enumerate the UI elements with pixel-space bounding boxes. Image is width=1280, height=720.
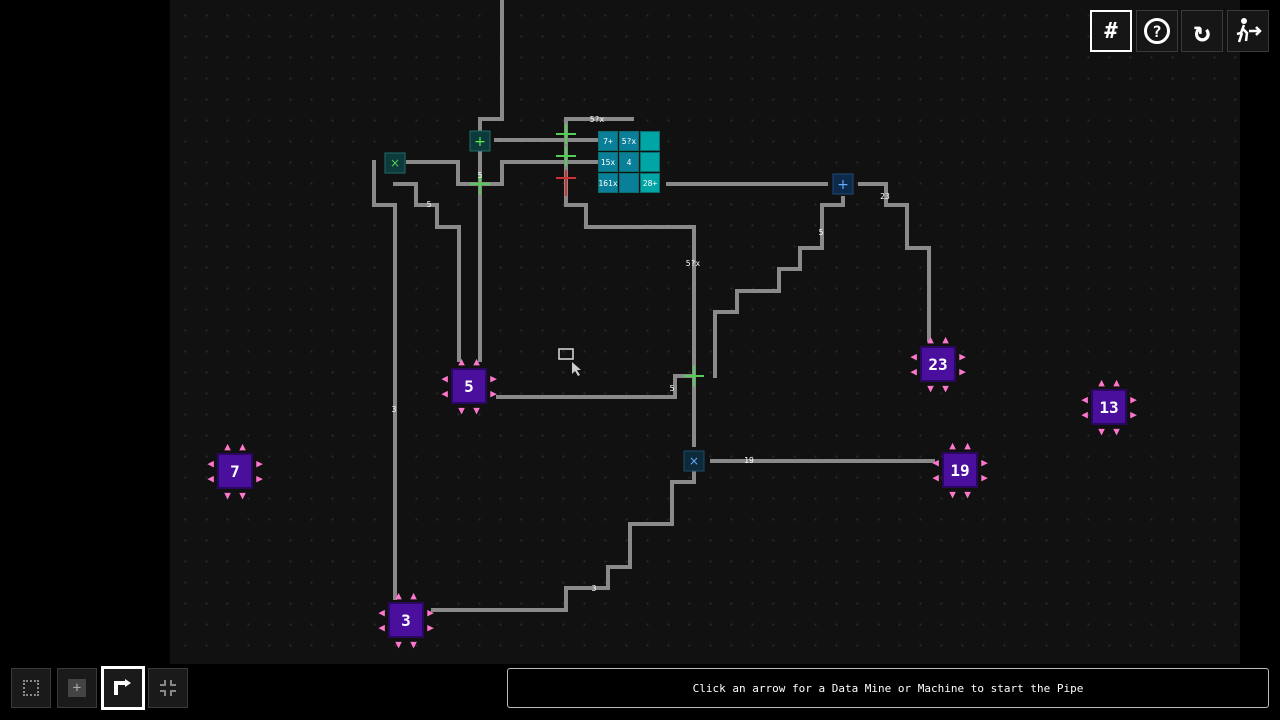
grid-toggle-button[interactable]: # [1090, 10, 1132, 52]
output-arrow[interactable]: ▶ [1128, 394, 1139, 405]
output-arrow[interactable]: ▼ [925, 383, 936, 394]
machine-cell: 161x [598, 173, 618, 193]
output-arrow[interactable]: ▲ [408, 590, 419, 601]
data-mine-node[interactable]: 5 [451, 368, 487, 404]
output-arrow[interactable]: ▲ [947, 440, 958, 451]
node-value: 13 [1099, 397, 1119, 417]
output-arrow[interactable]: ▼ [393, 639, 404, 650]
output-arrow[interactable]: ▶ [957, 351, 968, 362]
machine-cell: 7+ [598, 131, 618, 151]
output-arrow[interactable]: ▶ [1128, 409, 1139, 420]
output-arrow[interactable]: ▶ [254, 458, 265, 469]
output-arrow[interactable]: ▲ [940, 334, 951, 345]
output-arrow[interactable]: ◀ [376, 607, 387, 618]
output-arrow[interactable]: ◀ [1079, 409, 1090, 420]
output-arrow[interactable]: ▶ [425, 622, 436, 633]
output-arrow[interactable]: ◀ [376, 622, 387, 633]
data-mine-node[interactable]: 3 [388, 602, 424, 638]
output-arrow[interactable]: ◀ [930, 472, 941, 483]
output-arrow[interactable]: ▲ [1111, 377, 1122, 388]
machine-cell: 15x [598, 152, 618, 172]
data-mine-node[interactable]: 19 [942, 452, 978, 488]
output-arrow[interactable]: ◀ [908, 351, 919, 362]
hint-bar: Click an arrow for a Data Mine or Machin… [507, 668, 1269, 708]
output-arrow[interactable]: ◀ [439, 373, 450, 384]
output-arrow[interactable]: ◀ [1079, 394, 1090, 405]
node-value: 3 [401, 610, 411, 630]
output-arrow[interactable]: ▶ [488, 373, 499, 384]
machine-cell [640, 131, 660, 151]
data-mine-node[interactable]: 7 [217, 453, 253, 489]
output-arrow[interactable]: ◀ [205, 458, 216, 469]
output-arrow[interactable]: ▼ [237, 490, 248, 501]
place-tool-button[interactable]: + [57, 668, 97, 708]
restart-button[interactable]: ↻ [1181, 10, 1223, 52]
move-tool-button[interactable] [148, 668, 188, 708]
grid-icon: # [1104, 18, 1118, 44]
pipe-arrow-icon [114, 679, 131, 695]
output-arrow[interactable]: ▼ [1096, 426, 1107, 437]
output-arrow[interactable]: ▶ [488, 388, 499, 399]
machine-grid[interactable]: 7+ 5?x 15x 4 161x 28+ [598, 131, 660, 193]
hint-text: Click an arrow for a Data Mine or Machin… [692, 681, 1084, 695]
output-arrow[interactable]: ◀ [908, 366, 919, 377]
crosshair-corners-icon [160, 680, 176, 696]
output-arrow[interactable]: ◀ [439, 388, 450, 399]
exit-icon [1236, 18, 1262, 43]
output-arrow[interactable]: ▼ [947, 489, 958, 500]
machine-cell [640, 152, 660, 172]
output-arrow[interactable]: ▲ [962, 440, 973, 451]
game-board[interactable] [170, 0, 1240, 664]
output-arrow[interactable]: ▼ [962, 489, 973, 500]
output-arrow[interactable]: ▶ [425, 607, 436, 618]
output-arrow[interactable]: ▼ [222, 490, 233, 501]
pipe-tool-button[interactable] [101, 666, 145, 710]
output-arrow[interactable]: ▲ [237, 441, 248, 452]
output-arrow[interactable]: ▼ [456, 405, 467, 416]
node-value: 7 [230, 461, 240, 481]
node-value: 23 [928, 354, 948, 374]
help-button[interactable]: ? [1136, 10, 1178, 52]
output-arrow[interactable]: ◀ [930, 457, 941, 468]
output-arrow[interactable]: ▲ [393, 590, 404, 601]
output-arrow[interactable]: ▼ [408, 639, 419, 650]
machine-cell: 28+ [640, 173, 660, 193]
dotted-square-icon [23, 680, 39, 696]
machine-cell: 5?x [619, 131, 639, 151]
output-arrow[interactable]: ▶ [957, 366, 968, 377]
help-icon: ? [1144, 18, 1170, 44]
output-arrow[interactable]: ▼ [1111, 426, 1122, 437]
output-arrow[interactable]: ▲ [456, 356, 467, 367]
output-arrow[interactable]: ▲ [222, 441, 233, 452]
output-arrow[interactable]: ▲ [1096, 377, 1107, 388]
machine-cell: 4 [619, 152, 639, 172]
output-arrow[interactable]: ▲ [925, 334, 936, 345]
plus-square-icon: + [68, 679, 86, 697]
machine-cell [619, 173, 639, 193]
exit-button[interactable] [1227, 10, 1269, 52]
data-mine-node[interactable]: 23 [920, 346, 956, 382]
output-arrow[interactable]: ◀ [205, 473, 216, 484]
output-arrow[interactable]: ▲ [471, 356, 482, 367]
data-mine-node[interactable]: 13 [1091, 389, 1127, 425]
output-arrow[interactable]: ▶ [254, 473, 265, 484]
select-tool-button[interactable] [11, 668, 51, 708]
node-value: 5 [464, 376, 474, 396]
output-arrow[interactable]: ▶ [979, 457, 990, 468]
output-arrow[interactable]: ▼ [471, 405, 482, 416]
output-arrow[interactable]: ▼ [940, 383, 951, 394]
output-arrow[interactable]: ▶ [979, 472, 990, 483]
restart-icon: ↻ [1193, 14, 1211, 48]
node-value: 19 [950, 460, 970, 480]
